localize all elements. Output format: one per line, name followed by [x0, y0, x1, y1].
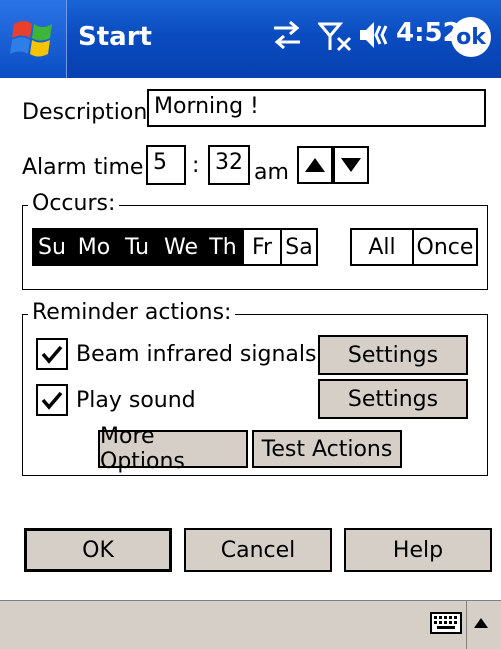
input-selector-arrow-icon[interactable] [472, 615, 490, 634]
reminder-actions-title: Reminder actions: [28, 300, 236, 325]
windows-flag-icon [10, 21, 52, 57]
play-sound-checkbox[interactable] [36, 384, 68, 416]
day-sunday[interactable]: Su [32, 228, 72, 266]
arrow-up-icon [305, 158, 325, 172]
all-days-button[interactable]: All [350, 228, 414, 266]
beam-infrared-label: Beam infrared signals [76, 342, 317, 367]
alarm-hour-input[interactable]: 5 [146, 145, 186, 185]
alarm-time-label: Alarm time: [22, 155, 151, 180]
bottom-bar-divider [466, 601, 467, 649]
occurs-title: Occurs: [28, 191, 120, 216]
cancel-button[interactable]: Cancel [184, 528, 332, 572]
beam-settings-button[interactable]: Settings [318, 335, 468, 375]
help-button[interactable]: Help [344, 528, 492, 572]
alarm-minute-input[interactable]: 32 [208, 145, 250, 185]
alarm-ampm[interactable]: am [254, 160, 289, 185]
day-monday[interactable]: Mo [72, 228, 116, 266]
sound-settings-button[interactable]: Settings [318, 379, 468, 419]
checkmark-icon [41, 391, 63, 410]
ok-close-button[interactable]: ok [451, 17, 491, 57]
day-friday[interactable]: Fr [242, 228, 282, 266]
app-title: Start [78, 22, 152, 52]
arrow-down-icon [341, 158, 361, 172]
once-button[interactable]: Once [414, 228, 478, 266]
day-tuesday[interactable]: Tu [116, 228, 158, 266]
bottom-menu-bar [0, 600, 501, 649]
play-sound-label: Play sound [76, 388, 196, 413]
time-up-button[interactable] [297, 146, 333, 184]
more-options-button[interactable]: More Options [98, 424, 248, 474]
connectivity-icon[interactable] [270, 18, 304, 59]
beam-infrared-checkbox[interactable] [36, 338, 68, 370]
start-menu-button[interactable] [0, 0, 67, 78]
ok-button[interactable]: OK [24, 528, 172, 572]
keyboard-icon[interactable] [430, 611, 462, 639]
speaker-icon[interactable] [358, 18, 392, 59]
description-label: Description: [22, 100, 155, 125]
day-thursday[interactable]: Th [204, 228, 242, 266]
title-bar: Start 4:52 ok [0, 0, 501, 78]
checkmark-icon [41, 345, 63, 364]
signal-off-icon[interactable] [316, 18, 354, 61]
alarm-time-separator: : [192, 153, 200, 178]
day-saturday[interactable]: Sa [282, 228, 318, 266]
day-wednesday[interactable]: We [158, 228, 204, 266]
test-actions-button[interactable]: Test Actions [252, 430, 402, 468]
time-down-button[interactable] [333, 146, 369, 184]
description-input[interactable]: Morning ! [147, 89, 486, 127]
